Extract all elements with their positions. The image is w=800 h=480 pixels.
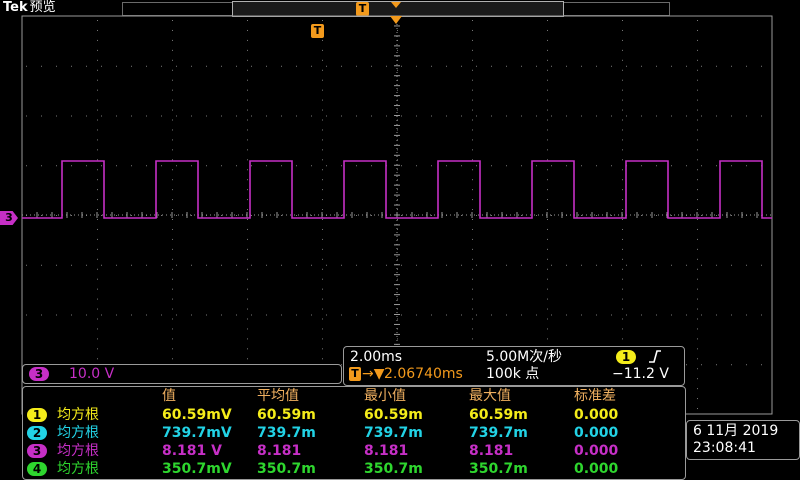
- header-max: 最大值: [469, 388, 511, 404]
- trigger-position-value: 2.06740ms: [384, 366, 463, 382]
- measurement-min: 739.7m: [364, 425, 423, 441]
- measurement-value: 8.181 V: [162, 443, 222, 459]
- rising-edge-icon: [649, 350, 661, 363]
- channel-4-badge: 4: [27, 462, 47, 476]
- measurement-max: 60.59m: [469, 407, 528, 423]
- measurement-type: 均方根: [57, 461, 99, 477]
- clock-date: 6 11月 2019: [693, 423, 779, 439]
- trigger-arrow: →▼: [362, 366, 385, 382]
- measurement-mean: 350.7m: [257, 461, 316, 477]
- record-length: 100k 点: [486, 366, 540, 382]
- header-min: 最小值: [364, 388, 406, 404]
- measurement-max: 8.181: [469, 443, 514, 459]
- clock-panel: 6 11月 2019 23:08:41: [686, 420, 800, 460]
- measurement-std: 0.000: [574, 461, 619, 477]
- measurement-panel[interactable]: 值 平均值 最小值 最大值 标准差 1 均方根 60.59mV 60.59m 60.59…: [22, 386, 686, 480]
- channel-2-badge: 2: [27, 426, 47, 440]
- measurement-min: 60.59m: [364, 407, 423, 423]
- channel-1-badge: 1: [27, 408, 47, 422]
- measurement-std: 0.000: [574, 425, 619, 441]
- trigger-time-arrow-icon: [390, 16, 402, 24]
- measurement-type: 均方根: [57, 407, 99, 423]
- measurement-type: 均方根: [57, 443, 99, 459]
- measurement-mean: 739.7m: [257, 425, 316, 441]
- time-per-div: 2.00ms: [350, 349, 403, 365]
- clock-time: 23:08:41: [693, 440, 756, 456]
- measurement-type: 均方根: [57, 425, 99, 441]
- ch3-badge: 3: [29, 367, 49, 381]
- horizontal-panel[interactable]: 2.00ms 5.00M次/秒 1 T →▼ 2.06740ms 100k 点 …: [343, 346, 685, 386]
- header-std: 标准差: [574, 388, 616, 404]
- trigger-marker[interactable]: T: [311, 24, 324, 38]
- measurement-value: 350.7mV: [162, 461, 232, 477]
- measurement-min: 8.181: [364, 443, 409, 459]
- measurement-std: 0.000: [574, 443, 619, 459]
- channel-scale-panel[interactable]: 3 10.0 V: [22, 364, 342, 384]
- sample-rate: 5.00M次/秒: [486, 349, 562, 365]
- measurement-std: 0.000: [574, 407, 619, 423]
- measurement-max: 739.7m: [469, 425, 528, 441]
- measurement-mean: 60.59m: [257, 407, 316, 423]
- measurement-value: 60.59mV: [162, 407, 232, 423]
- measurement-value: 739.7mV: [162, 425, 232, 441]
- trigger-source-badge: 1: [616, 350, 636, 364]
- header-value: 值: [162, 388, 176, 404]
- measurement-max: 350.7m: [469, 461, 528, 477]
- measurement-mean: 8.181: [257, 443, 302, 459]
- measurement-min: 350.7m: [364, 461, 423, 477]
- trigger-level: −11.2 V: [612, 366, 669, 382]
- header-mean: 平均值: [257, 388, 299, 404]
- ch3-scale-value: 10.0 V: [69, 366, 115, 382]
- channel-3-badge: 3: [27, 444, 47, 458]
- trigger-position-icon: T: [349, 367, 361, 381]
